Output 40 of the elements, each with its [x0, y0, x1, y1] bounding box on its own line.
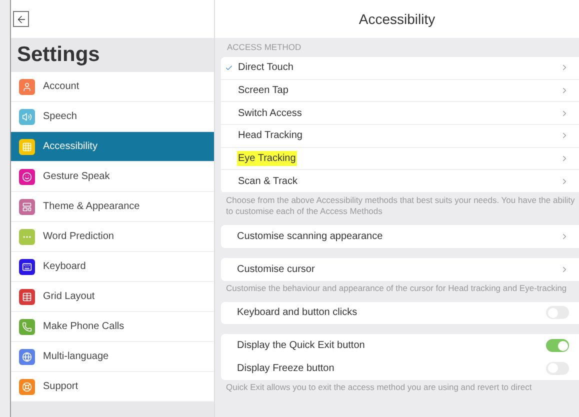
- setting-label: Keyboard and button clicks: [237, 306, 358, 320]
- sidebar-item[interactable]: Accessibility: [11, 132, 214, 162]
- toggle-switch[interactable]: [546, 339, 569, 352]
- method-label: Direct Touch: [237, 61, 294, 76]
- chevron-icon: [560, 131, 569, 140]
- page-title: Accessibility: [358, 10, 436, 29]
- setting-row[interactable]: Keyboard and button clicks: [221, 302, 579, 324]
- methods-note: Choose from the above Accessibility methods that best suits your needs. You have the ability to customise each of the Access Methods: [225, 194, 576, 218]
- back-icon: [16, 14, 26, 24]
- chevron-icon: [560, 86, 569, 96]
- method-row[interactable]: Direct Touch: [221, 57, 579, 80]
- chevron-icon: [560, 63, 569, 72]
- method-row[interactable]: Scan & Track: [221, 170, 579, 194]
- method-row[interactable]: Eye Tracking: [221, 148, 579, 170]
- setting-row[interactable]: Customise scanning appearance: [221, 225, 579, 248]
- method-row[interactable]: Head Tracking: [221, 125, 579, 148]
- chevron-icon: [560, 264, 569, 274]
- setting-row[interactable]: Display the Quick Exit button: [221, 334, 579, 357]
- chevron-icon: [560, 154, 569, 164]
- method-label: Switch Access: [237, 106, 303, 121]
- back-button[interactable]: [13, 11, 29, 27]
- group-note: Customise the behaviour and appearance of the cursor for Head tracking and Eye-tracking: [225, 282, 568, 295]
- method-label: Head Tracking: [237, 129, 304, 144]
- chevron-icon: [560, 176, 569, 186]
- setting-label: Customise scanning appearance: [237, 230, 384, 244]
- setting-label: Display Freeze button: [237, 362, 336, 376]
- setting-row[interactable]: Customise cursor: [221, 258, 579, 280]
- sidebar-title: Settings: [17, 42, 100, 68]
- group-note: Quick Exit allows you to exit the access method you are using and revert to direct: [225, 380, 533, 394]
- section-label: ACCESS METHOD: [226, 41, 302, 54]
- method-label: Screen Tap: [237, 84, 290, 98]
- method-row[interactable]: Switch Access: [221, 102, 579, 126]
- method-row[interactable]: Screen Tap: [221, 80, 579, 102]
- chevron-icon: [560, 232, 569, 241]
- setting-label: Customise cursor: [237, 262, 316, 277]
- setting-label: Display the Quick Exit button: [237, 339, 366, 354]
- chevron-icon: [560, 108, 569, 118]
- method-label: Eye Tracking: [237, 151, 297, 166]
- method-label: Scan & Track: [237, 174, 298, 189]
- setting-row[interactable]: Display Freeze button: [221, 356, 579, 380]
